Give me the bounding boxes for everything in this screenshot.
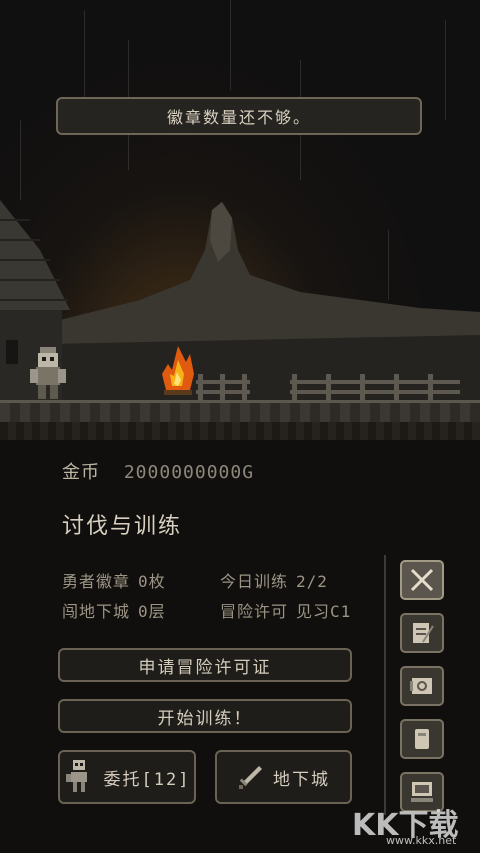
section-title: 讨伐与训练 (62, 514, 183, 539)
stat-badge-label: 勇者徽章 (62, 572, 131, 591)
dungeon-label: 地下城 (273, 769, 330, 790)
fence (290, 374, 460, 400)
game-scene: 徽章数量还不够。 (0, 0, 480, 440)
stat-training-label: 今日训练 (220, 572, 289, 591)
sword-icon (239, 766, 262, 789)
watermark: KK下载 www.kkx.net (352, 800, 472, 850)
commission-button[interactable]: 委托[12] (58, 750, 196, 804)
ground-shadow (0, 422, 480, 440)
message-toast: 徽章数量还不够。 (56, 97, 422, 135)
swords-icon (410, 568, 434, 592)
stat-dungeon: 闯地下城 0层 (62, 598, 166, 622)
map-icon (410, 678, 432, 694)
apply-license-button[interactable]: 申请冒险许可证 (58, 648, 352, 682)
stat-license-value: 见习C1 (296, 602, 352, 621)
side-menu-map[interactable] (400, 666, 444, 706)
fence (196, 374, 250, 400)
stat-training-value: 2/2 (296, 572, 328, 591)
campfire-icon (162, 346, 194, 395)
tablet-icon (415, 729, 429, 749)
skeleton-icon (65, 760, 87, 792)
stat-license-label: 冒险许可 (220, 602, 289, 621)
gold-value: 2000000000G (123, 462, 255, 483)
side-menu-quest[interactable] (400, 613, 444, 653)
commission-label: 委托[12] (103, 769, 191, 790)
hero-character[interactable] (30, 345, 66, 401)
stat-dungeon-label: 闯地下城 (62, 602, 131, 621)
side-menu-battle[interactable] (400, 560, 444, 600)
gold-label: 金币 (62, 462, 100, 483)
watermark-url: www.kkx.net (386, 834, 457, 847)
start-training-label: 开始训练！ (157, 708, 253, 729)
stat-training: 今日训练 2/2 (220, 568, 328, 592)
apply-license-label: 申请冒险许可证 (138, 657, 272, 678)
stat-dungeon-value: 0层 (138, 602, 166, 621)
dungeon-button[interactable]: 地下城 (215, 750, 352, 804)
start-training-button[interactable]: 开始训练！ (58, 699, 352, 733)
stat-badge: 勇者徽章 0枚 (62, 568, 166, 592)
scroll-icon (413, 623, 434, 643)
gold-display: 金币 2000000000G (62, 458, 254, 484)
stat-badge-value: 0枚 (138, 572, 166, 591)
stat-license: 冒险许可 见习C1 (220, 598, 351, 622)
toast-message: 徽章数量还不够。 (166, 108, 311, 127)
side-menu-tablet[interactable] (400, 719, 444, 759)
side-divider (384, 555, 386, 815)
